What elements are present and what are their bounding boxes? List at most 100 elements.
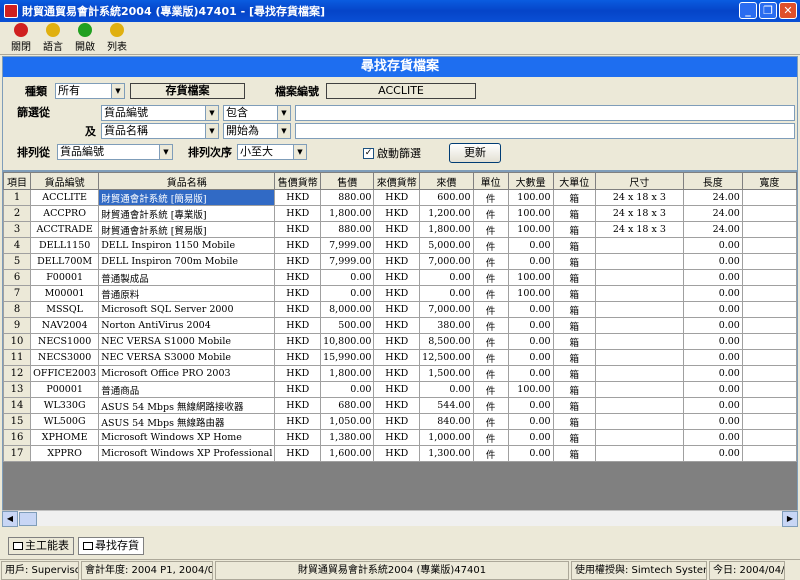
filter2-value-input[interactable] [295,123,795,139]
table-cell[interactable]: 16 [3,429,32,446]
table-cell[interactable]: 件 [472,349,509,366]
table-row[interactable]: 5 DELL700M DELL Inspiron 700m Mobile HKD 7,9… [3,253,797,270]
toolbar-list-button[interactable]: 列表 [102,23,132,53]
column-header[interactable]: 來價貨幣 [373,172,421,190]
table-row[interactable]: 1 ACCLITE 財貿通會計系統 [簡易版] HKD 880.00 HKD 600.00 件… [3,189,797,206]
table-cell[interactable]: 0.00 [682,365,743,382]
table-cell[interactable]: 8,000.00 [320,301,375,318]
table-cell[interactable] [595,365,684,382]
table-cell[interactable]: Norton AntiVirus 2004 [98,317,276,334]
table-cell[interactable]: 680.00 [320,397,375,414]
table-cell[interactable]: XPPRO [30,445,100,462]
table-cell[interactable]: 箱 [552,349,597,366]
table-cell[interactable] [741,333,797,350]
table-cell[interactable]: 件 [472,205,509,222]
table-row[interactable]: 13 P00001 普通商品 HKD 0.00 HKD 0.00 件 100.00 箱 0.00 [3,381,797,398]
toolbar-open-check-button[interactable]: 開啟 [70,23,100,53]
table-cell[interactable]: 9 [3,317,32,334]
table-cell[interactable]: 544.00 [419,397,474,414]
table-cell[interactable] [595,445,684,462]
table-cell[interactable]: NEC VERSA S3000 Mobile [98,349,276,366]
table-cell[interactable] [595,237,684,254]
table-cell[interactable]: ACCPRO [30,205,100,222]
table-cell[interactable]: 箱 [552,301,597,318]
table-cell[interactable] [595,397,684,414]
close-button[interactable]: ✕ [779,2,797,19]
table-cell[interactable]: 15,990.00 [320,349,375,366]
table-cell[interactable]: ASUS 54 Mbps 無線路由器 [98,413,276,430]
table-cell[interactable]: HKD [373,221,421,238]
table-cell[interactable]: 件 [472,269,509,286]
table-cell[interactable]: 0.00 [507,429,554,446]
table-cell[interactable]: ACCLITE [30,189,100,206]
table-cell[interactable]: 普通原料 [98,285,276,302]
table-cell[interactable]: 0.00 [507,333,554,350]
table-row[interactable]: 3 ACCTRADE 財貿通會計系統 [貿易版] HKD 880.00 HKD 1,800.… [3,221,797,238]
table-cell[interactable]: HKD [373,189,421,206]
table-cell[interactable]: 箱 [552,445,597,462]
table-cell[interactable]: 7,000.00 [419,253,474,270]
filter2-field-select[interactable]: 貨品名稱 ▼ [101,123,219,139]
table-cell[interactable]: XPHOME [30,429,100,446]
table-row[interactable]: 2 ACCPRO 財貿通會計系統 [專業版] HKD 1,800.00 HKD 1,200.… [3,205,797,222]
window-tab[interactable]: 尋找存貨 [78,537,144,555]
table-cell[interactable]: 件 [472,429,509,446]
column-header[interactable]: 單位 [472,172,509,190]
table-cell[interactable]: 0.00 [507,317,554,334]
table-cell[interactable]: HKD [373,317,421,334]
table-cell[interactable] [741,429,797,446]
table-cell[interactable]: 箱 [552,317,597,334]
table-cell[interactable]: 0.00 [507,397,554,414]
table-cell[interactable]: 0.00 [507,237,554,254]
table-cell[interactable]: HKD [373,253,421,270]
table-cell[interactable] [595,253,684,270]
table-cell[interactable] [741,365,797,382]
table-cell[interactable]: 1,000.00 [419,429,474,446]
table-cell[interactable]: NECS3000 [30,349,100,366]
table-cell[interactable]: HKD [373,381,421,398]
table-cell[interactable]: HKD [274,221,322,238]
table-cell[interactable] [741,237,797,254]
table-cell[interactable]: 0.00 [682,349,743,366]
minimize-button[interactable]: _ [739,2,757,19]
table-cell[interactable]: 10,800.00 [320,333,375,350]
column-header[interactable]: 項目 [3,172,32,190]
column-header[interactable]: 長度 [682,172,743,190]
table-cell[interactable]: 7,000.00 [419,301,474,318]
table-cell[interactable]: DELL700M [30,253,100,270]
table-row[interactable]: 4 DELL1150 DELL Inspiron 1150 Mobile HKD 7,9… [3,237,797,254]
table-cell[interactable]: 600.00 [419,189,474,206]
table-cell[interactable]: 100.00 [507,381,554,398]
table-cell[interactable]: 箱 [552,413,597,430]
table-cell[interactable]: 0.00 [682,429,743,446]
table-cell[interactable]: HKD [373,429,421,446]
table-cell[interactable]: 財貿通會計系統 [貿易版] [98,221,276,238]
table-cell[interactable] [741,397,797,414]
table-cell[interactable] [595,285,684,302]
table-cell[interactable]: 24.00 [682,205,743,222]
table-cell[interactable]: HKD [373,237,421,254]
refresh-button[interactable]: 更新 [449,143,501,163]
table-cell[interactable]: HKD [373,285,421,302]
table-cell[interactable]: HKD [274,445,322,462]
column-header[interactable]: 來價 [419,172,474,190]
table-cell[interactable] [741,221,797,238]
type-select[interactable]: 所有 ▼ [55,83,125,99]
table-cell[interactable]: F00001 [30,269,100,286]
table-cell[interactable]: 箱 [552,285,597,302]
column-header[interactable]: 售價貨幣 [274,172,322,190]
table-cell[interactable]: 100.00 [507,285,554,302]
table-cell[interactable]: HKD [274,365,322,382]
table-cell[interactable]: 14 [3,397,32,414]
table-cell[interactable]: 24 x 18 x 3 [595,189,684,206]
table-row[interactable]: 11 NECS3000 NEC VERSA S3000 Mobile HKD 15,99… [3,349,797,366]
table-cell[interactable]: 13 [3,381,32,398]
table-cell[interactable]: 100.00 [507,221,554,238]
table-cell[interactable]: 0.00 [507,365,554,382]
table-cell[interactable] [595,429,684,446]
table-cell[interactable]: HKD [274,253,322,270]
horizontal-scrollbar[interactable]: ◀ ▶ [2,510,798,527]
table-cell[interactable]: Microsoft Windows XP Professional [98,445,276,462]
table-cell[interactable]: 0.00 [320,381,375,398]
scroll-left-icon[interactable]: ◀ [2,511,18,527]
